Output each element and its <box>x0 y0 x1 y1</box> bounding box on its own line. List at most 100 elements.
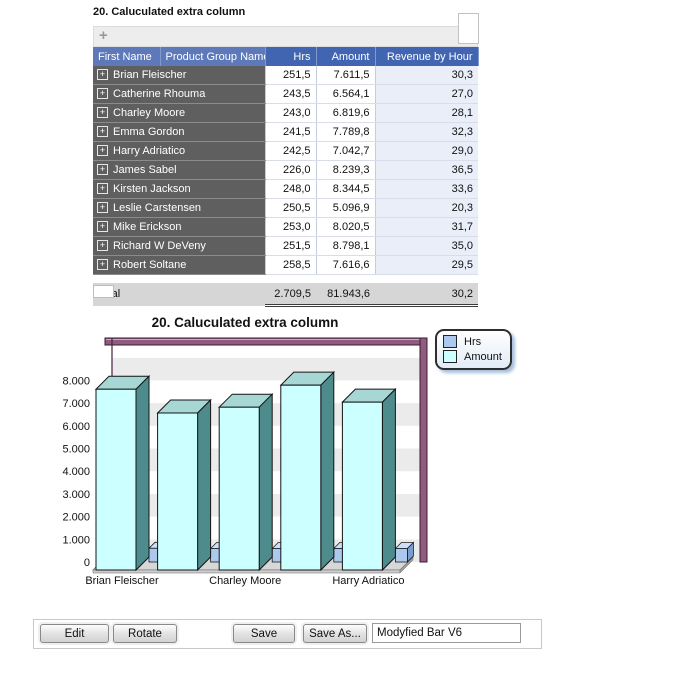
wall-stripe <box>112 358 420 381</box>
amount-bar-side <box>321 372 334 570</box>
amount-bar-side <box>198 400 211 570</box>
row-amount-cell: 5.096,9 <box>316 199 375 218</box>
hrs-swatch-icon <box>443 335 457 348</box>
row-name-cell: +Mike Erickson <box>93 218 265 237</box>
expand-row-icon[interactable]: + <box>97 145 108 156</box>
row-hrs-cell: 258,5 <box>265 256 316 275</box>
expand-row-icon[interactable]: + <box>97 164 108 175</box>
chart-name-input[interactable] <box>372 623 521 643</box>
expand-row-icon[interactable]: + <box>97 88 108 99</box>
col-header-hrs[interactable]: Hrs <box>265 47 316 66</box>
table-corner-box[interactable] <box>458 13 479 44</box>
expand-row-icon[interactable]: + <box>97 107 108 118</box>
row-amount-cell: 7.611,5 <box>316 66 375 85</box>
row-name-cell: +Harry Adriatico <box>93 142 265 161</box>
edit-button[interactable]: Edit <box>40 624 109 643</box>
row-hrs-cell: 241,5 <box>265 123 316 142</box>
expand-row-icon[interactable]: + <box>97 259 108 270</box>
y-axis-label: 4.000 <box>62 466 90 478</box>
amount-bar <box>281 385 321 570</box>
row-hrs-cell: 226,0 <box>265 161 316 180</box>
table-toolbar: + <box>93 26 478 47</box>
table-header-row: First Name Product Group Name Hrs Amount… <box>93 47 478 66</box>
table-title: 20. Caluculated extra column <box>93 6 245 18</box>
row-name-cell: +Charley Moore <box>93 104 265 123</box>
expand-row-icon[interactable]: + <box>97 69 108 80</box>
row-hrs-cell: 251,5 <box>265 237 316 256</box>
row-name-cell: +Kirsten Jackson <box>93 180 265 199</box>
table-row: +Kirsten Jackson248,08.344,533,6 <box>93 180 478 199</box>
x-axis-label: Brian Fleischer <box>85 575 159 587</box>
add-column-button[interactable]: + <box>99 27 108 45</box>
legend-label-hrs: Hrs <box>464 336 481 348</box>
row-revenue-cell: 36,5 <box>375 161 478 180</box>
row-name-cell: +Robert Soltane <box>93 256 265 275</box>
row-name-cell: +Brian Fleischer <box>93 66 265 85</box>
expand-row-icon[interactable]: + <box>97 183 108 194</box>
row-hrs-cell: 248,0 <box>265 180 316 199</box>
x-axis-label: Harry Adriatico <box>332 575 404 587</box>
y-axis-label: 6.000 <box>62 421 90 433</box>
row-name-cell: +Leslie Carstensen <box>93 199 265 218</box>
row-revenue-cell: 29,0 <box>375 142 478 161</box>
hrs-bar <box>395 548 407 562</box>
row-amount-cell: 8.020,5 <box>316 218 375 237</box>
y-axis-label: 1.000 <box>62 534 90 546</box>
expand-row-icon[interactable]: + <box>97 202 108 213</box>
row-revenue-cell: 35,0 <box>375 237 478 256</box>
bottom-toolbar: Edit Rotate Save Save As... <box>33 619 542 649</box>
table-row: +Catherine Rhouma243,56.564,127,0 <box>93 85 478 104</box>
row-amount-cell: 6.564,1 <box>316 85 375 104</box>
col-header-amount[interactable]: Amount <box>316 47 375 66</box>
row-hrs-cell: 242,5 <box>265 142 316 161</box>
wall-stripe <box>112 345 420 358</box>
row-revenue-cell: 32,3 <box>375 123 478 142</box>
row-hrs-cell: 251,5 <box>265 66 316 85</box>
rotate-button[interactable]: Rotate <box>113 624 177 643</box>
legend-item-amount: Amount <box>443 349 502 364</box>
page-number-box[interactable] <box>93 285 114 298</box>
y-axis-label: 0 <box>84 557 90 569</box>
col-header-first-name[interactable]: First Name <box>93 47 160 66</box>
table-row: +Richard W DeVeny251,58.798,135,0 <box>93 237 478 256</box>
row-amount-cell: 7.789,8 <box>316 123 375 142</box>
row-name-cell: +James Sabel <box>93 161 265 180</box>
table-row: +Harry Adriatico242,57.042,729,0 <box>93 142 478 161</box>
row-revenue-cell: 29,5 <box>375 256 478 275</box>
row-amount-cell: 8.798,1 <box>316 237 375 256</box>
col-header-revenue-by-hour[interactable]: Revenue by Hour <box>375 47 478 66</box>
expand-row-icon[interactable]: + <box>97 126 108 137</box>
col-header-product-group[interactable]: Product Group Name <box>160 47 265 66</box>
y-axis-label: 7.000 <box>62 398 90 410</box>
table-row: +Emma Gordon241,57.789,832,3 <box>93 123 478 142</box>
row-hrs-cell: 243,0 <box>265 104 316 123</box>
y-axis-label: 8.000 <box>62 375 90 387</box>
row-revenue-cell: 27,0 <box>375 85 478 104</box>
table-row: +Charley Moore243,06.819,628,1 <box>93 104 478 123</box>
expand-row-icon[interactable]: + <box>97 221 108 232</box>
chart-legend: Hrs Amount <box>435 329 512 370</box>
amount-bar <box>342 402 382 570</box>
table-row: +Mike Erickson253,08.020,531,7 <box>93 218 478 237</box>
row-amount-cell: 6.819,6 <box>316 104 375 123</box>
y-axis-label: 2.000 <box>62 512 90 524</box>
amount-bar <box>219 407 259 570</box>
row-revenue-cell: 33,6 <box>375 180 478 199</box>
row-revenue-cell: 31,7 <box>375 218 478 237</box>
chart-title: 20. Caluculated extra column <box>152 315 339 330</box>
y-axis-label: 5.000 <box>62 444 90 456</box>
row-amount-cell: 7.042,7 <box>316 142 375 161</box>
save-button[interactable]: Save <box>233 624 295 643</box>
amount-bar <box>158 413 198 570</box>
amount-bar <box>96 389 136 570</box>
expand-row-icon[interactable]: + <box>97 240 108 251</box>
amount-bar-side <box>136 376 149 570</box>
legend-label-amount: Amount <box>464 351 502 363</box>
save-as-button[interactable]: Save As... <box>303 624 367 643</box>
amount-swatch-icon <box>443 350 457 363</box>
row-amount-cell: 7.616,6 <box>316 256 375 275</box>
table-row: +Leslie Carstensen250,55.096,920,3 <box>93 199 478 218</box>
row-revenue-cell: 20,3 <box>375 199 478 218</box>
row-revenue-cell: 28,1 <box>375 104 478 123</box>
row-name-cell: +Emma Gordon <box>93 123 265 142</box>
